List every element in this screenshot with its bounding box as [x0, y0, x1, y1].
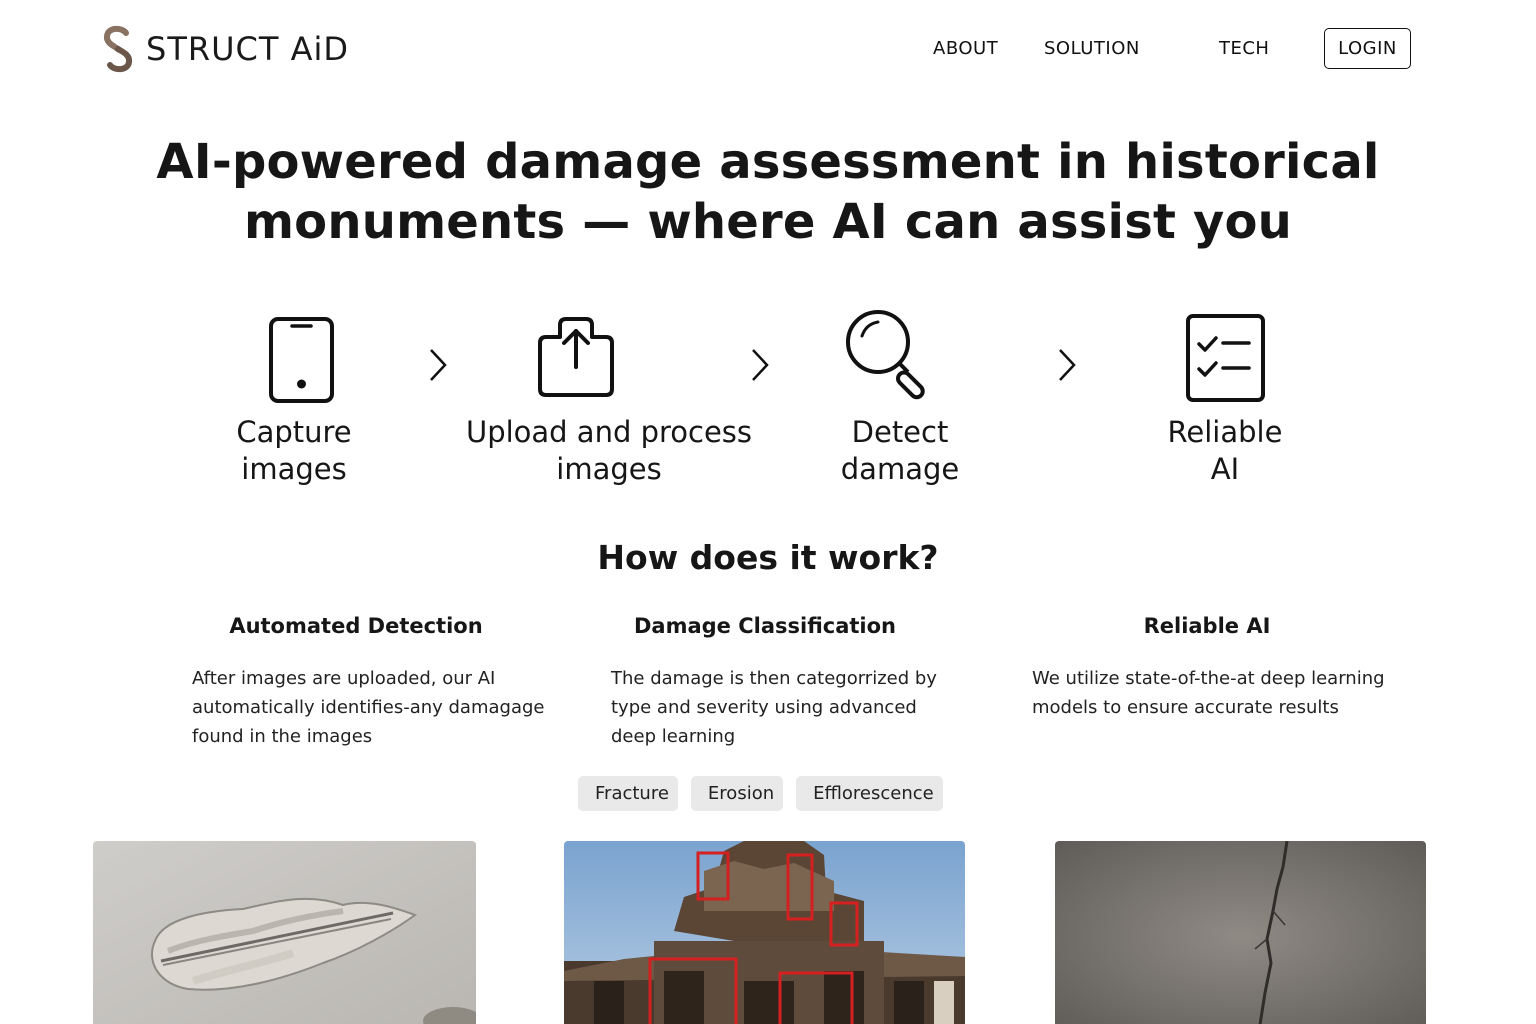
tag-efflorescence[interactable]: Efflorescence [796, 776, 943, 811]
magnifier-icon [846, 310, 925, 400]
nav-solution[interactable]: SOLUTION [1044, 38, 1140, 59]
chevron-right-icon [430, 349, 447, 381]
page: STRUCT AiD ABOUT SOLUTION TECH LOGIN AI-… [0, 0, 1536, 1024]
nav-tech[interactable]: TECH [1219, 38, 1269, 59]
hero-title-line2: monuments — where AI can assist you [243, 194, 1293, 250]
feature-desc-reliable: We utilize state-of-the-at deep learning… [1032, 668, 1385, 718]
step-capture-label: Capture images [236, 415, 352, 486]
feature-title-detection: Automated Detection [229, 614, 483, 638]
brand-logo[interactable]: STRUCT AiD [100, 24, 349, 74]
spalling-image [93, 841, 476, 1024]
feature-desc-detection: After images are uploaded, our AI automa… [192, 668, 545, 747]
temple-detection-image [564, 841, 965, 1024]
damage-type-tags: Fracture Erosion Efflorescence [578, 776, 943, 811]
crack-image [1055, 841, 1426, 1024]
feature-title-reliable: Reliable AI [1143, 614, 1271, 638]
login-button[interactable]: LOGIN [1324, 28, 1411, 69]
hero-title: AI-powered damage assessment in historic… [150, 132, 1386, 252]
chevron-right-icon [752, 349, 769, 381]
checklist-icon [1186, 314, 1265, 402]
step-detect-label: Detect damage [840, 415, 960, 486]
feature-title-classification: Damage Classification [633, 614, 897, 638]
brand-name: STRUCT AiD [146, 30, 349, 68]
tag-fracture[interactable]: Fracture [578, 776, 678, 811]
chevron-right-icon [1059, 349, 1076, 381]
tag-erosion[interactable]: Erosion [690, 776, 784, 811]
s-chain-icon [103, 25, 133, 73]
nav-about[interactable]: ABOUT [933, 38, 998, 59]
hero-title-line1: AI-powered damage assessment in historic… [156, 134, 1380, 190]
smartphone-icon [269, 317, 334, 403]
step-reliable-label: Reliable AI [1167, 415, 1283, 486]
section-title: How does it work? [597, 538, 939, 577]
step-upload-label: Upload and process images [465, 415, 753, 486]
upload-icon [538, 317, 614, 397]
feature-desc-classification: The damage is then categorrized by type … [611, 668, 937, 747]
